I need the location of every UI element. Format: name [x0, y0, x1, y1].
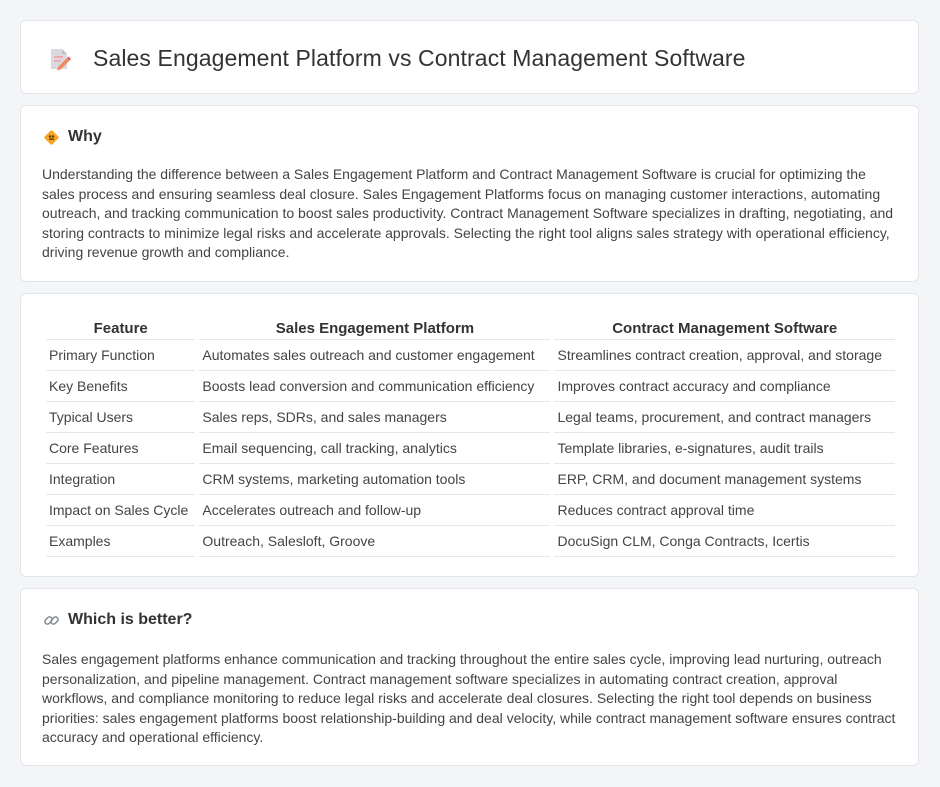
title-card: Sales Engagement Platform vs Contract Ma…	[20, 20, 919, 94]
why-body: Understanding the difference between a S…	[42, 166, 894, 260]
document-pencil-icon	[46, 46, 72, 72]
which-is-better-section: Which is better? Sales engagement platfo…	[20, 588, 919, 766]
table-row: Primary Function Automates sales outreac…	[46, 340, 895, 371]
feature-cell: Key Benefits	[46, 371, 196, 402]
feature-cell: Primary Function	[46, 340, 196, 371]
contract-management-cell: Streamlines contract creation, approval,…	[554, 340, 895, 371]
link-icon	[43, 612, 60, 629]
header-feature: Feature	[46, 315, 196, 340]
feature-cell: Impact on Sales Cycle	[46, 495, 196, 526]
contract-management-cell: Improves contract accuracy and complianc…	[554, 371, 895, 402]
table-row: Key Benefits Boosts lead conversion and …	[46, 371, 895, 402]
contract-management-cell: DocuSign CLM, Conga Contracts, Icertis	[554, 526, 895, 557]
table-row: Integration CRM systems, marketing autom…	[46, 464, 895, 495]
sales-engagement-cell: Outreach, Salesloft, Groove	[199, 526, 551, 557]
page-title: Sales Engagement Platform vs Contract Ma…	[93, 45, 746, 71]
sales-engagement-cell: CRM systems, marketing automation tools	[199, 464, 551, 495]
sales-engagement-cell: Accelerates outreach and follow-up	[199, 495, 551, 526]
feature-cell: Core Features	[46, 433, 196, 464]
title-row: Sales Engagement Platform vs Contract Ma…	[46, 45, 746, 72]
comparison-table: Feature Sales Engagement Platform Contra…	[42, 315, 899, 557]
table-row: Typical Users Sales reps, SDRs, and sale…	[46, 402, 895, 433]
why-section: Why Understanding the difference between…	[20, 105, 919, 282]
header-sales-engagement: Sales Engagement Platform	[199, 315, 551, 340]
table-row: Examples Outreach, Salesloft, Groove Doc…	[46, 526, 895, 557]
table-row: Core Features Email sequencing, call tra…	[46, 433, 895, 464]
feature-cell: Examples	[46, 526, 196, 557]
contract-management-cell: Legal teams, procurement, and contract m…	[554, 402, 895, 433]
comparison-section: Feature Sales Engagement Platform Contra…	[20, 293, 919, 577]
why-title: Why	[68, 128, 102, 145]
better-body: Sales engagement platforms enhance commu…	[42, 651, 896, 745]
contract-management-cell: Reduces contract approval time	[554, 495, 895, 526]
header-contract-management: Contract Management Software	[554, 315, 895, 340]
better-title: Which is better?	[68, 611, 193, 628]
sales-engagement-cell: Automates sales outreach and customer en…	[199, 340, 551, 371]
table-header-row: Feature Sales Engagement Platform Contra…	[46, 315, 895, 340]
better-header: Which is better?	[43, 611, 192, 629]
sales-engagement-cell: Boosts lead conversion and communication…	[199, 371, 551, 402]
contract-management-cell: ERP, CRM, and document management system…	[554, 464, 895, 495]
sales-engagement-cell: Sales reps, SDRs, and sales managers	[199, 402, 551, 433]
table-row: Impact on Sales Cycle Accelerates outrea…	[46, 495, 895, 526]
feature-cell: Typical Users	[46, 402, 196, 433]
feature-cell: Integration	[46, 464, 196, 495]
diamond-sign-icon	[43, 129, 60, 146]
sales-engagement-cell: Email sequencing, call tracking, analyti…	[199, 433, 551, 464]
why-header: Why	[43, 128, 102, 146]
contract-management-cell: Template libraries, e-signatures, audit …	[554, 433, 895, 464]
